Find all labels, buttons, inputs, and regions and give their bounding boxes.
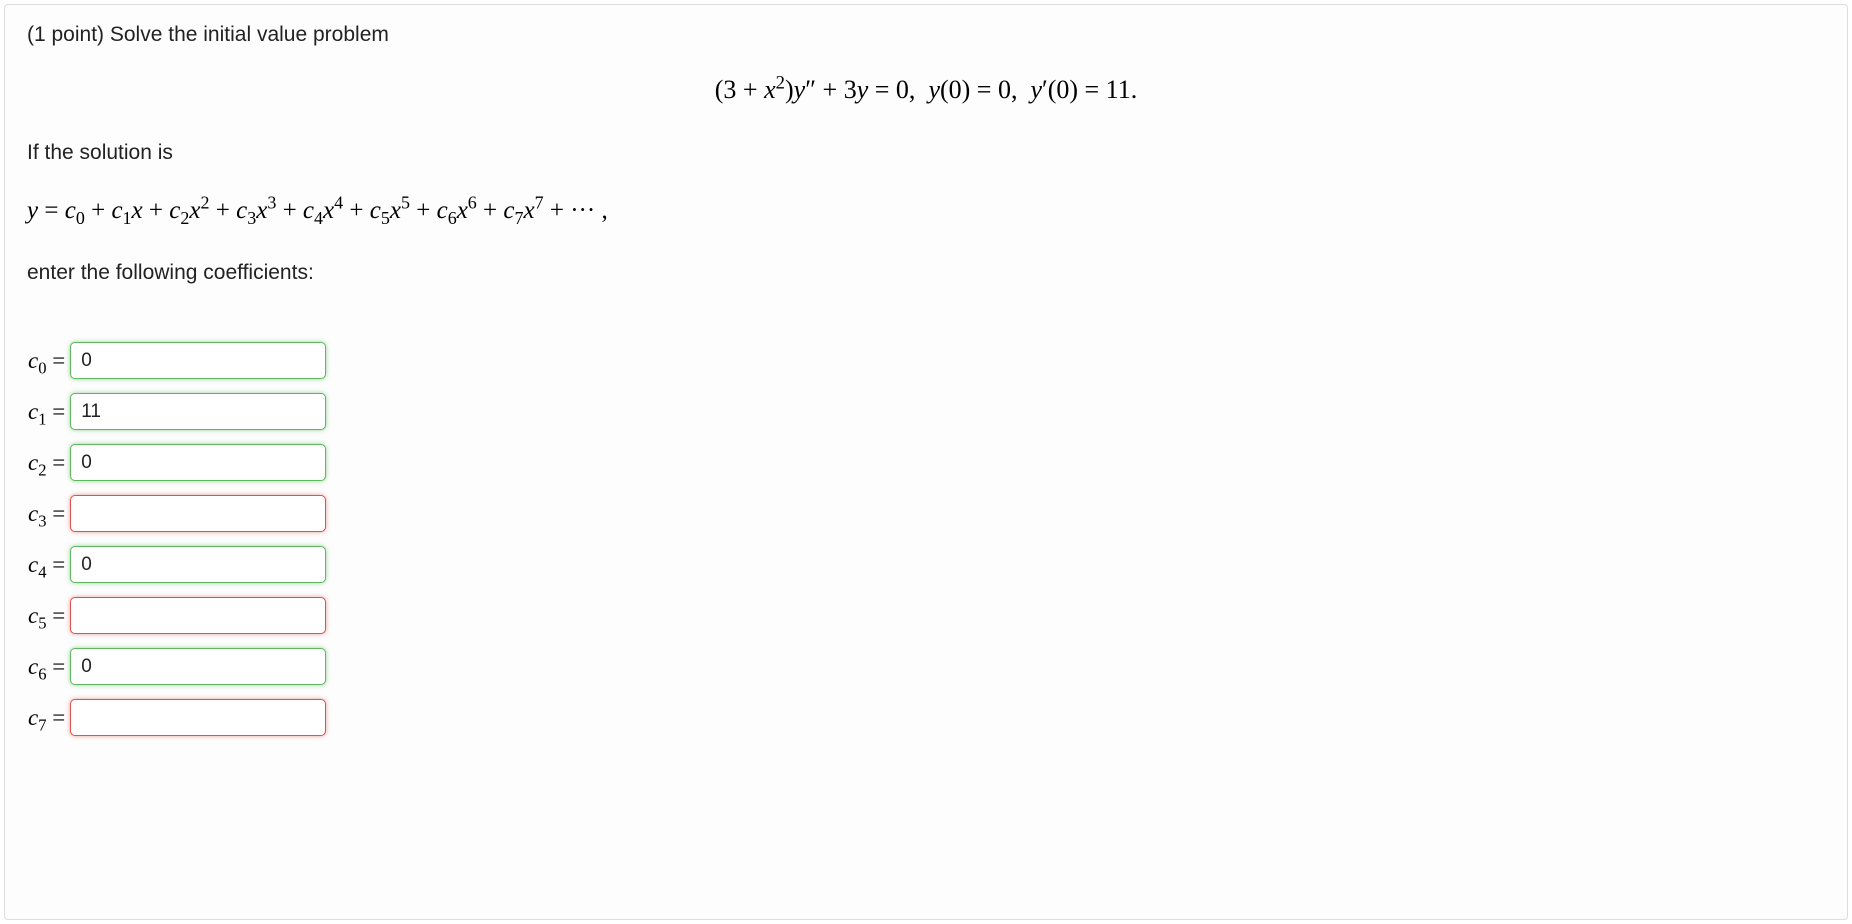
enter-coefficients-text: enter the following coefficients: — [27, 261, 1825, 285]
coefficient-row: c6 = — [27, 647, 327, 686]
coefficient-input-c0[interactable] — [70, 342, 326, 379]
coefficient-input-c6[interactable] — [70, 648, 326, 685]
coefficient-cell — [69, 341, 327, 380]
coefficient-cell — [69, 647, 327, 686]
coefficient-label-c1: c1 = — [27, 392, 69, 431]
problem-container: (1 point) Solve the initial value proble… — [4, 4, 1848, 920]
coefficient-row: c2 = — [27, 443, 327, 482]
coefficient-row: c5 = — [27, 596, 327, 635]
coefficient-cell — [69, 596, 327, 635]
coefficient-label-c6: c6 = — [27, 647, 69, 686]
coefficient-row: c1 = — [27, 392, 327, 431]
coefficient-label-c4: c4 = — [27, 545, 69, 584]
coefficient-row: c3 = — [27, 494, 327, 533]
coefficient-cell — [69, 392, 327, 431]
coefficient-row: c7 = — [27, 698, 327, 737]
coefficient-label-c0: c0 = — [27, 341, 69, 380]
coefficient-label-c5: c5 = — [27, 596, 69, 635]
coefficient-label-c3: c3 = — [27, 494, 69, 533]
coefficient-input-c5[interactable] — [70, 597, 326, 634]
coefficient-row: c4 = — [27, 545, 327, 584]
prompt-text: Solve the initial value problem — [110, 23, 389, 46]
problem-prompt: (1 point) Solve the initial value proble… — [27, 23, 1825, 47]
coefficient-input-c3[interactable] — [70, 495, 326, 532]
coefficient-cell — [69, 698, 327, 737]
series-expression: y = c0 + c1x + c2x2 + c3x3 + c4x4 + c5x5… — [27, 197, 1825, 225]
coefficient-table: c0 = c1 = c2 = c3 = c4 = c5 = c6 = c7 = — [27, 329, 327, 749]
coefficient-tbody: c0 = c1 = c2 = c3 = c4 = c5 = c6 = c7 = — [27, 341, 327, 737]
coefficient-input-c1[interactable] — [70, 393, 326, 430]
equation-display: (3 + x2)y″ + 3y = 0, y(0) = 0, y′(0) = 1… — [27, 75, 1825, 105]
coefficient-label-c2: c2 = — [27, 443, 69, 482]
coefficient-cell — [69, 545, 327, 584]
coefficient-input-c7[interactable] — [70, 699, 326, 736]
points-label: (1 point) — [27, 23, 110, 46]
coefficient-input-c2[interactable] — [70, 444, 326, 481]
coefficient-cell — [69, 494, 327, 533]
coefficient-input-c4[interactable] — [70, 546, 326, 583]
if-solution-text: If the solution is — [27, 141, 1825, 165]
coefficient-label-c7: c7 = — [27, 698, 69, 737]
coefficient-row: c0 = — [27, 341, 327, 380]
coefficient-cell — [69, 443, 327, 482]
